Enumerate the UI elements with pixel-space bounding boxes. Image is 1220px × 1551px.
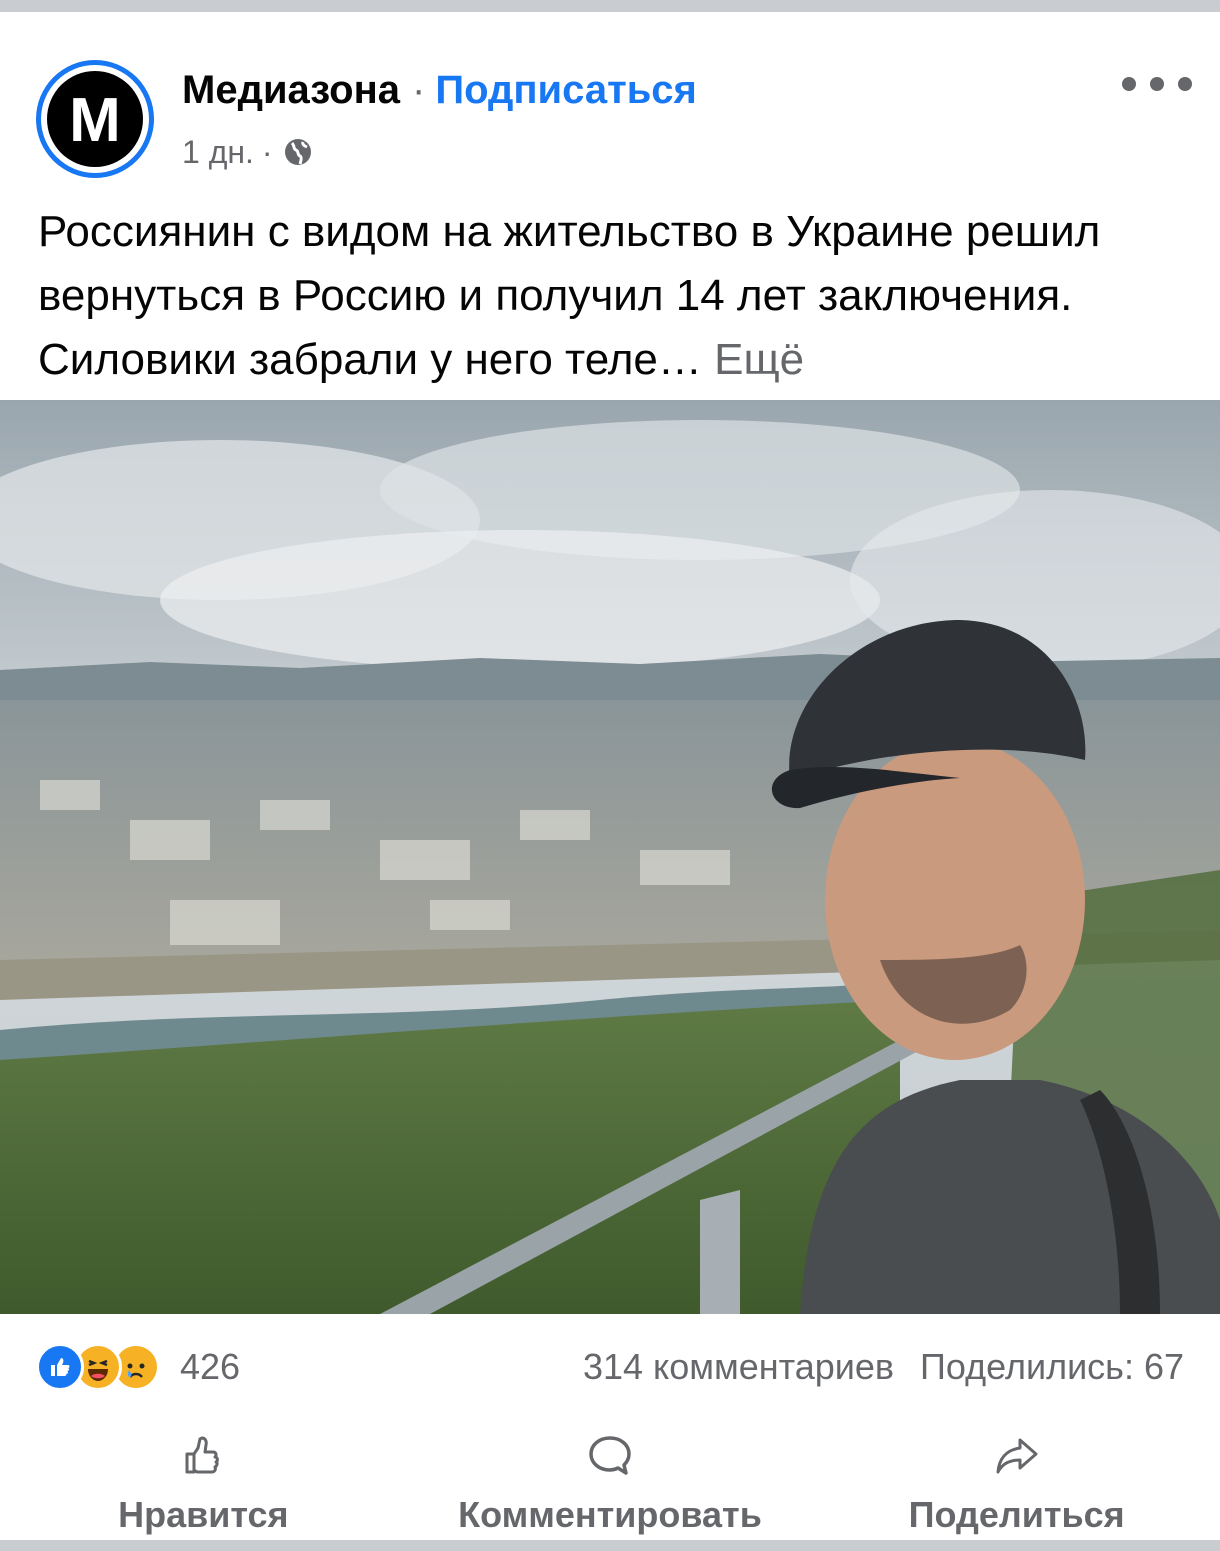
post-body: Россиянин с видом на жительство в Украин… (38, 207, 1101, 384)
mediazona-logo: M (47, 71, 143, 167)
post-time[interactable]: 1 дн. (182, 134, 254, 171)
post-meta: 1 дн. · (182, 130, 313, 174)
share-arrow-icon (996, 1438, 1038, 1474)
like-reaction-icon (36, 1343, 84, 1391)
page-avatar[interactable]: M (36, 60, 154, 178)
post-actions: Нравится Комментировать Поделиться (0, 1432, 1220, 1542)
like-label: Нравится (118, 1494, 289, 1535)
like-button[interactable]: Нравится (23, 1432, 383, 1542)
post-stats: 426 314 комментариев Поделились: 67 (36, 1342, 1184, 1392)
comment-button[interactable]: Комментировать (430, 1432, 790, 1542)
thumbs-up-icon (185, 1436, 220, 1474)
meta-separator: · (261, 133, 273, 170)
photo-illustration (0, 400, 1220, 1314)
see-more-link[interactable]: Ещё (714, 335, 804, 384)
comments-count-link[interactable]: 314 комментариев (583, 1346, 894, 1388)
follow-button[interactable]: Подписаться (435, 68, 697, 113)
comment-bubble-icon (589, 1436, 631, 1475)
separator: · (412, 67, 426, 112)
reactions-count: 426 (180, 1346, 241, 1387)
page-name-link[interactable]: Медиазона (182, 68, 400, 113)
shares-count-link[interactable]: Поделились: 67 (920, 1346, 1184, 1388)
post-text: Россиянин с видом на жительство в Украин… (38, 200, 1188, 392)
logo-letter: M (69, 86, 121, 155)
globe-icon (284, 139, 311, 165)
comment-label: Комментировать (458, 1494, 762, 1535)
reactions-summary[interactable]: 426 (36, 1343, 240, 1391)
post-photo[interactable] (0, 400, 1220, 1314)
post-header: Медиазона · Подписаться (182, 64, 697, 116)
share-button[interactable]: Поделиться (837, 1432, 1197, 1542)
post-card: M Медиазона · Подписаться 1 дн. · Россия… (0, 12, 1220, 1540)
more-dots-icon[interactable] (1122, 66, 1192, 102)
share-label: Поделиться (908, 1494, 1125, 1535)
